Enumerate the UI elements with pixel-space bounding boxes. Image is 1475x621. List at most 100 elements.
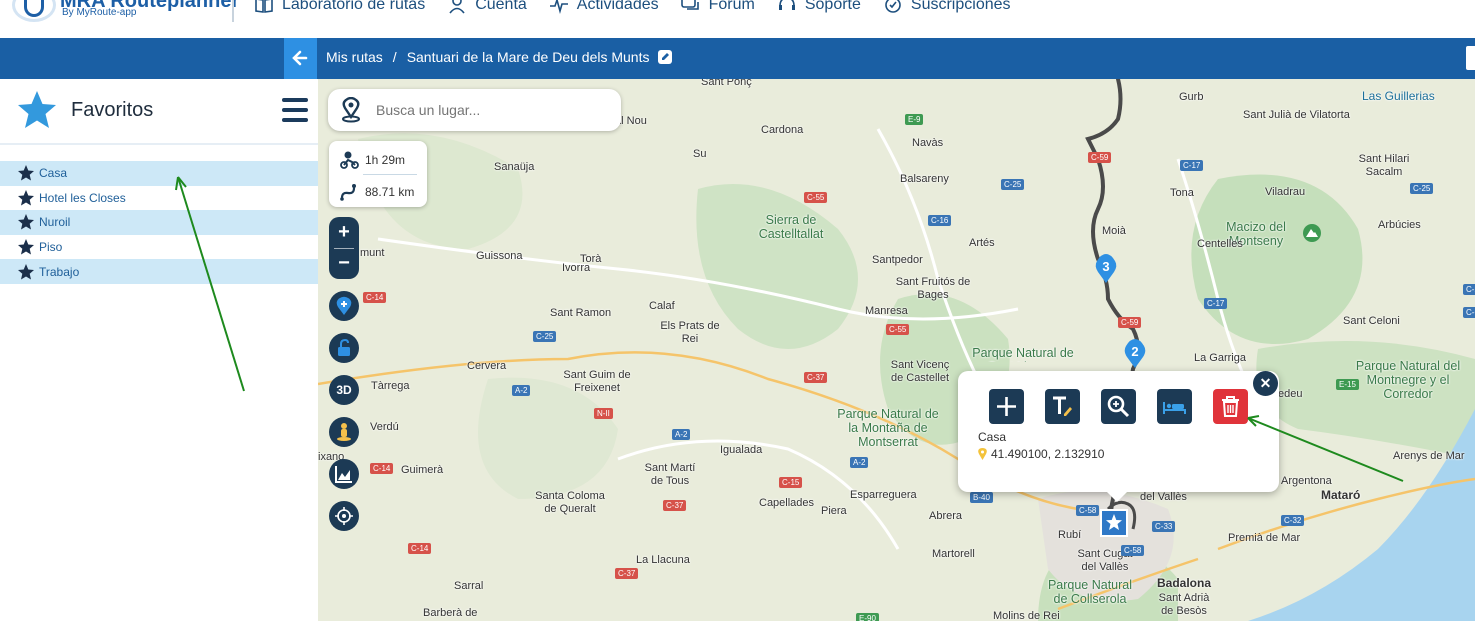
edge-toggle-button[interactable] [1466,46,1475,70]
road-tag: C-55 [886,324,910,335]
map-label: Parque Natural de la Montaña de Montserr… [837,407,939,449]
breadcrumb-root[interactable]: Mis rutas [326,49,383,65]
set-as-accommodation-button[interactable] [1157,389,1192,424]
favorite-name: Casa [978,430,1007,444]
favorite-item[interactable]: Piso [0,235,318,260]
rename-button[interactable] [1045,389,1080,424]
elevation-profile-button[interactable] [329,459,359,489]
map-label: Sant Hilari Sacalm [1358,153,1410,178]
search-input[interactable] [376,99,606,121]
main-menu: Laboratorio de rutas Cuenta Actividades … [254,0,1011,14]
road-tag: C-17 [1180,160,1204,171]
road-tag: C-25 [533,331,557,342]
road-tag: C-17 [1204,298,1228,309]
favorites-list: Casa Hotel les Closes Nuroil Piso Trabaj… [0,161,318,284]
map-label: Balsareny [900,173,949,185]
map-label: La Llacuna [636,554,690,566]
brand-subtitle: By MyRoute-app [62,7,137,18]
zoom-in-button[interactable]: + [329,217,359,247]
waypoint-marker[interactable]: 3 [1094,254,1118,284]
favorites-panel: Favoritos Casa Hotel les Closes Nuroil P… [0,79,318,621]
route-title: Santuari de la Mare de Deu dels Munts [406,49,650,65]
close-popup-button[interactable]: ✕ [1253,371,1278,396]
map-label: Premià de Mar [1228,532,1301,544]
map-label: Las Guillerias [1362,89,1435,103]
activity-icon [549,0,568,14]
delete-favorite-button[interactable] [1213,389,1248,424]
subscription-icon [885,0,901,13]
map-label: Guimerà [401,464,444,476]
street-view-button[interactable] [329,417,359,447]
favorite-label: Casa [39,166,68,181]
map-pin-plus-icon [336,296,352,315]
chart-icon [335,466,352,483]
favorite-item[interactable]: Trabajo [0,259,318,284]
map-label: Igualada [720,444,763,456]
lock-button[interactable] [329,333,359,363]
add-to-route-button[interactable] [989,389,1024,424]
map-label: Sarral [454,580,484,592]
nav-item-support[interactable]: Soporte [777,0,861,14]
book-icon [255,0,273,13]
menu-icon[interactable] [282,98,308,122]
road-tag: A-2 [850,457,869,468]
map-label: Parque Natural de Sant Llorenç [972,346,1074,362]
map-label: Els Prats de Rei [660,320,720,345]
magnifier-icon [1107,395,1130,418]
map-label: Navàs [912,137,944,149]
zoom-controls: + − [329,217,359,279]
star-icon [18,189,34,206]
map-canvas[interactable]: Sant Ponç tal Nou Cardona Su Navàs Gurb … [318,79,1475,621]
road-tag: C-37 [615,568,639,579]
map-label: Viladrau [1265,186,1306,198]
panel-title: Favoritos [71,99,154,121]
road-tag: C-16 [928,215,952,226]
route-distance-icon [340,184,356,201]
nav-item-activities[interactable]: Actividades [549,0,659,14]
favorite-item[interactable]: Casa [0,161,318,186]
map-label: Centelles [1197,238,1243,250]
nav-item-route-lab[interactable]: Laboratorio de rutas [254,0,425,14]
add-poi-button[interactable] [329,291,359,321]
forum-icon [680,0,699,10]
map-label: La Garriga [1194,352,1246,364]
road-tag: C-33 [1152,521,1176,532]
nav-item-forum[interactable]: Forum [680,0,755,14]
favorite-item[interactable]: Nuroil [0,210,318,235]
map-label: Sant Celoni [1343,315,1400,327]
waypoint-marker[interactable]: 2 [1123,339,1147,369]
nav-item-account[interactable]: Cuenta [447,0,527,14]
map-label: Sant Fruitós de Bages [895,276,971,301]
arrow-left-icon [292,50,308,66]
duration-value: 1h 29m [365,153,406,167]
star-icon [18,91,56,128]
support-icon [778,0,795,10]
map-label: Parque Natural de Collserola [1047,578,1133,606]
road-tag: E-9 [905,114,924,125]
map-label: Su [693,148,707,160]
back-button[interactable] [284,38,317,79]
place-search [328,89,621,131]
unlock-icon [338,338,350,356]
road-tag: C-60 [1463,307,1475,318]
map-label: Barberà de [423,607,478,619]
map-label: Arbúcies [1378,219,1421,231]
brand-logo-icon[interactable] [12,0,56,22]
map-label: Parque Natural del Montnegre y el Corred… [1355,359,1461,401]
distance-value: 88.71 km [365,185,415,199]
map-label: Ivorra [562,262,591,274]
nav-item-subscriptions[interactable]: Suscripciones [883,0,1011,14]
zoom-to-button[interactable] [1101,389,1136,424]
3d-label: 3D [336,383,352,397]
3d-view-button[interactable]: 3D [329,375,359,405]
favorite-item[interactable]: Hotel les Closes [0,186,318,211]
edit-icon[interactable] [657,50,672,64]
map-label: Tona [1170,187,1194,199]
locate-me-button[interactable] [329,501,359,531]
zoom-out-button[interactable]: − [329,248,359,278]
breadcrumb-separator: / [392,49,397,65]
distance-stat: 88.71 km [339,182,414,202]
nav-label: Laboratorio de rutas [282,0,426,13]
favorite-marker-icon[interactable] [1100,509,1128,537]
text-edit-icon [1053,396,1072,416]
